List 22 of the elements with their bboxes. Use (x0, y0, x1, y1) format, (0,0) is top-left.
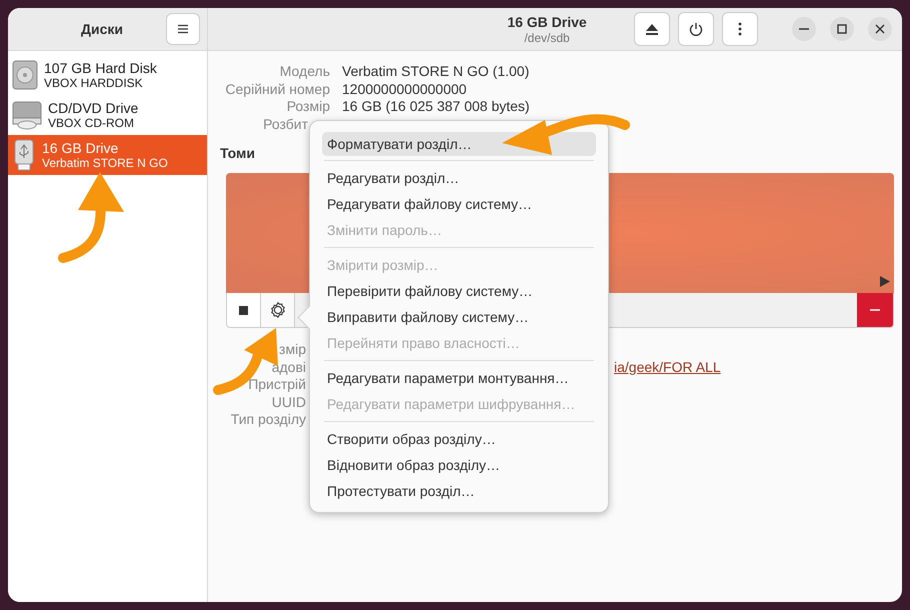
field-label: UUID (270, 394, 306, 411)
field-label: Розмір (286, 98, 330, 116)
drive-model: Verbatim STORE N GO (42, 156, 168, 170)
drive-name: 16 GB Drive (42, 140, 120, 156)
drive-name: 107 GB Hard Disk (44, 60, 157, 76)
field-label: Тип розділу (230, 411, 306, 428)
field-label: Розбит (262, 116, 309, 133)
field-label: Серійний номер (224, 80, 330, 98)
field-label: Модель (278, 63, 330, 80)
device-path: /dev/sdb (524, 30, 570, 44)
field-label: адові (270, 358, 306, 376)
field-value: Verbatim STORE N GO (1.00) (342, 63, 530, 80)
field-value: 16 GB (16 025 387 008 bytes) (342, 98, 531, 116)
volumes-heading: Томи (220, 145, 255, 161)
drive-name: CD/DVD Drive (48, 100, 138, 116)
field-label: змір (278, 341, 306, 358)
drive-title: 16 GB Drive (507, 14, 587, 30)
field-value: 1200000000000000 (342, 80, 468, 98)
drive-model: VBOX CD-ROM (48, 116, 136, 130)
drive-model: VBOX HARDDISK (44, 76, 144, 90)
sidebar-title: Диски (80, 21, 124, 37)
field-label: Пристрій (247, 376, 306, 394)
